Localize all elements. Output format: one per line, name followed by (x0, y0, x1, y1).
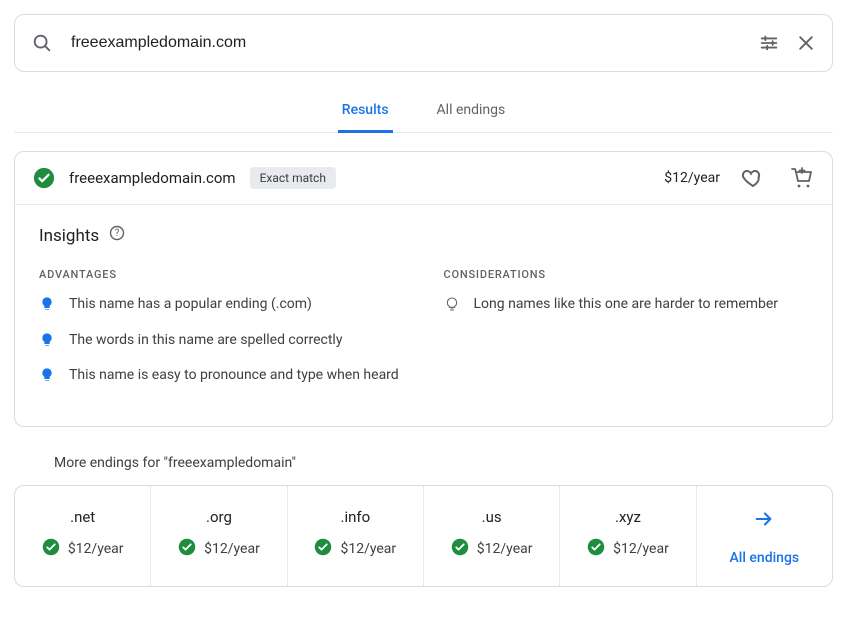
close-icon[interactable] (796, 33, 816, 53)
tab-results[interactable]: Results (338, 92, 393, 133)
lightbulb-outline-icon (444, 296, 460, 319)
help-icon[interactable]: ? (109, 225, 125, 246)
advantage-text: This name has a popular ending (.com) (69, 295, 312, 315)
insights-section: Insights ? ADVANTAGES This name has a po… (15, 205, 832, 426)
arrow-right-icon (753, 508, 775, 536)
result-card: freeexampledomain.com Exact match $12/ye… (14, 151, 833, 427)
lightbulb-icon (39, 296, 55, 319)
available-check-icon (178, 538, 196, 560)
considerations-heading: CONSIDERATIONS (444, 268, 809, 281)
insights-title-row: Insights ? (39, 225, 808, 246)
ending-price: $12/year (68, 541, 124, 557)
ending-option[interactable]: .net $12/year (15, 486, 151, 586)
consideration-text: Long names like this one are harder to r… (474, 295, 779, 315)
advantages-heading: ADVANTAGES (39, 268, 404, 281)
all-endings-link[interactable]: All endings (697, 486, 832, 586)
favorite-icon[interactable] (740, 166, 764, 190)
lightbulb-icon (39, 367, 55, 390)
ending-price: $12/year (613, 541, 669, 557)
ending-option[interactable]: .xyz $12/year (560, 486, 696, 586)
lightbulb-icon (39, 332, 55, 355)
ending-price: $12/year (477, 541, 533, 557)
advantage-item: This name is easy to pronounce and type … (39, 366, 404, 390)
tabs: Results All endings (14, 92, 833, 133)
ending-option[interactable]: .org $12/year (151, 486, 287, 586)
ending-option[interactable]: .us $12/year (424, 486, 560, 586)
search-input[interactable] (69, 33, 742, 53)
available-check-icon (42, 538, 60, 560)
all-endings-label: All endings (730, 550, 800, 566)
add-to-cart-icon[interactable] (790, 166, 814, 190)
result-price: $12/year (664, 170, 720, 186)
insights-title: Insights (39, 226, 99, 246)
ending-tld: .org (206, 508, 232, 526)
advantages-column: ADVANTAGES This name has a popular endin… (39, 268, 404, 402)
ending-tld: .xyz (615, 508, 641, 526)
tab-all-endings[interactable]: All endings (433, 92, 510, 133)
considerations-column: CONSIDERATIONS Long names like this one … (444, 268, 809, 402)
ending-tld: .info (340, 508, 370, 526)
endings-grid: .net $12/year .org $12/year .info $12/ye… (14, 485, 833, 587)
result-header: freeexampledomain.com Exact match $12/ye… (15, 152, 832, 205)
advantage-item: The words in this name are spelled corre… (39, 331, 404, 355)
result-domain: freeexampledomain.com (69, 169, 236, 187)
search-bar (14, 14, 833, 72)
svg-text:?: ? (115, 228, 120, 239)
advantage-text: The words in this name are spelled corre… (69, 331, 342, 351)
available-check-icon (587, 538, 605, 560)
ending-tld: .net (70, 508, 95, 526)
search-icon (31, 32, 53, 54)
available-check-icon (33, 167, 55, 189)
available-check-icon (314, 538, 332, 560)
more-endings-heading: More endings for "freeexampledomain" (54, 455, 833, 471)
exact-match-badge: Exact match (250, 167, 336, 189)
ending-tld: .us (482, 508, 502, 526)
ending-option[interactable]: .info $12/year (288, 486, 424, 586)
available-check-icon (451, 538, 469, 560)
consideration-item: Long names like this one are harder to r… (444, 295, 809, 319)
ending-price: $12/year (204, 541, 260, 557)
advantage-text: This name is easy to pronounce and type … (69, 366, 399, 386)
advantage-item: This name has a popular ending (.com) (39, 295, 404, 319)
tune-icon[interactable] (758, 32, 780, 54)
ending-price: $12/year (340, 541, 396, 557)
